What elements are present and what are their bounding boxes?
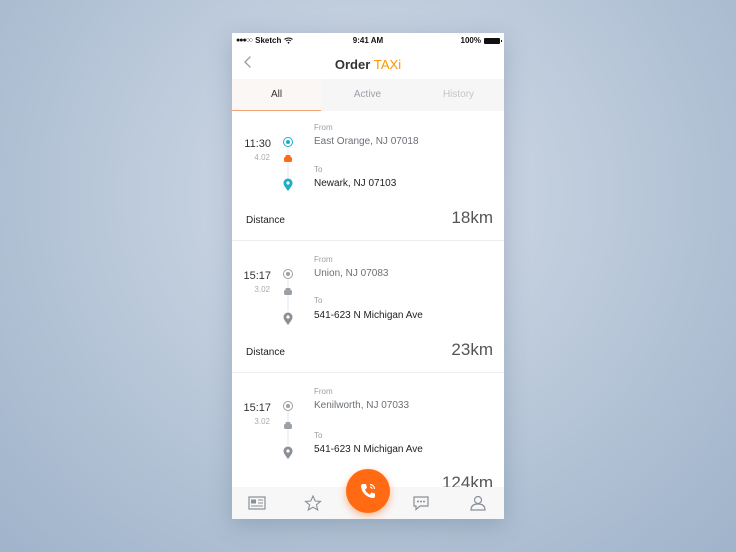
trip-time: 15:17 <box>243 270 271 282</box>
tab-all[interactable]: All <box>232 79 321 111</box>
from-label: From <box>314 123 333 132</box>
profile-icon[interactable] <box>469 495 487 511</box>
page-title: Order TAXi <box>232 57 504 72</box>
battery-icon <box>484 37 502 44</box>
distance-label: Distance <box>246 215 285 226</box>
from-address: Kenilworth, NJ 07033 <box>314 400 410 411</box>
to-label: To <box>314 296 323 305</box>
taxi-icon <box>284 155 292 162</box>
trip-date: 3.02 <box>254 285 270 294</box>
call-taxi-button[interactable] <box>346 469 390 513</box>
destination-pin-icon <box>283 446 293 459</box>
trip-time: 11:30 <box>244 138 271 150</box>
newspaper-icon[interactable] <box>248 495 266 511</box>
from-address: East Orange, NJ 07018 <box>314 136 419 147</box>
battery-percent: 100% <box>460 36 481 45</box>
to-label: To <box>314 431 323 440</box>
to-address: 541-623 N Michigan Ave <box>314 444 423 455</box>
trip-card[interactable]: 15:17 3.02 From Union, NJ 07083 To 541-6… <box>232 241 504 373</box>
taxi-icon <box>284 288 292 295</box>
tab-strip: All Active History <box>232 79 504 111</box>
title-accent: TAXi <box>373 57 402 72</box>
to-address: 541-623 N Michigan Ave <box>314 310 423 321</box>
distance-value: 18km <box>451 208 493 227</box>
star-icon[interactable] <box>304 495 322 511</box>
destination-pin-icon <box>283 178 293 191</box>
from-address: Union, NJ 07083 <box>314 268 389 279</box>
title-main: Order <box>334 57 371 72</box>
taxi-icon <box>284 422 292 429</box>
from-label: From <box>314 255 333 264</box>
chat-icon[interactable] <box>412 495 430 511</box>
trip-card[interactable]: 11:30 4.02 From East Orange, NJ 07018 To… <box>232 111 504 241</box>
trip-date: 3.02 <box>254 417 270 426</box>
trip-date: 4.02 <box>254 153 270 162</box>
status-bar: ●●●○○ Sketch 9:41 AM 100% <box>232 33 504 48</box>
trip-time: 15:17 <box>243 402 271 414</box>
to-address: Newark, NJ 07103 <box>314 178 397 189</box>
tab-active[interactable]: Active <box>322 79 413 111</box>
nav-bar: Order TAXi <box>232 48 504 78</box>
route-indicator <box>283 137 293 191</box>
tab-history[interactable]: History <box>413 79 504 111</box>
distance-label: Distance <box>246 347 285 358</box>
route-indicator <box>283 269 293 325</box>
phone-icon <box>361 483 376 498</box>
route-indicator <box>283 401 293 459</box>
distance-value: 23km <box>451 340 493 359</box>
from-label: From <box>314 387 333 396</box>
destination-pin-icon <box>283 312 293 325</box>
to-label: To <box>314 165 323 174</box>
phone-screen: ●●●○○ Sketch 9:41 AM 100% Order TAXi All… <box>232 33 504 519</box>
